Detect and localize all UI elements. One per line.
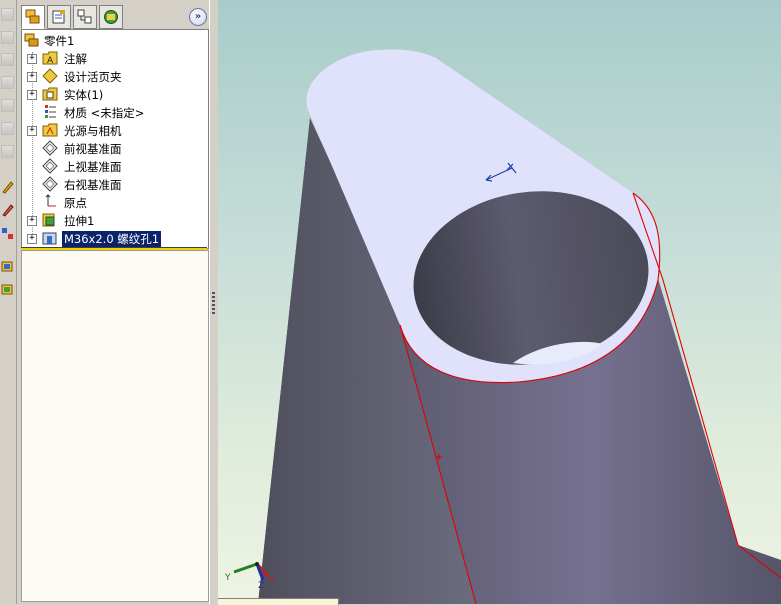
tree-item-extrude1[interactable]: + 拉伸1 bbox=[22, 211, 208, 229]
tree-item-design-binder[interactable]: + 设计活页夹 bbox=[22, 67, 208, 85]
tree-item-label: 实体(1) bbox=[64, 88, 104, 102]
tree-item-label: 材质 <未指定> bbox=[64, 106, 145, 120]
relations-icon[interactable] bbox=[1, 226, 14, 240]
tree-item-top-plane[interactable]: 上视基准面 bbox=[22, 157, 208, 175]
model-view[interactable]: Y X Z bbox=[218, 0, 781, 604]
feature-tree: 零件1 + A 注解 + 设计活页夹 + 实体(1) 材质 <未指定> + 光源… bbox=[21, 29, 209, 249]
view-icon[interactable] bbox=[1, 53, 14, 66]
solid-bodies-icon bbox=[42, 87, 58, 101]
cut-icon[interactable] bbox=[1, 282, 14, 296]
plane-icon bbox=[42, 158, 58, 174]
svg-text:A: A bbox=[47, 56, 54, 66]
featuremanager-panel: » 零件1 + A 注解 + 设计活页夹 + 实体(1) 材质 <未指定> + … bbox=[19, 0, 209, 604]
view-icon[interactable] bbox=[1, 31, 14, 44]
tree-item-label: 右视基准面 bbox=[64, 178, 122, 192]
dimxpert-tab[interactable] bbox=[99, 5, 123, 29]
splitter-grip[interactable] bbox=[212, 292, 215, 316]
tree-item-label: 拉伸1 bbox=[64, 214, 95, 228]
triad-z-label: Z bbox=[258, 581, 264, 591]
view-icon[interactable] bbox=[1, 76, 14, 89]
property-manager-icon bbox=[52, 10, 65, 24]
configuration-manager-icon bbox=[77, 9, 92, 24]
tree-item-label: 原点 bbox=[64, 196, 87, 210]
tree-item-solid-bodies[interactable]: + 实体(1) bbox=[22, 85, 208, 103]
configurationmanager-tab[interactable] bbox=[73, 5, 97, 29]
expand-icon[interactable]: + bbox=[27, 234, 37, 244]
view-icon[interactable] bbox=[1, 145, 14, 158]
tree-item-hole-wizard[interactable]: + M36x2.0 螺纹孔1 bbox=[22, 229, 208, 247]
sketch-pencil-icon[interactable] bbox=[1, 180, 14, 194]
view-icon[interactable] bbox=[1, 99, 14, 112]
origin-icon bbox=[45, 194, 56, 207]
propertymanager-tab[interactable] bbox=[47, 5, 71, 29]
dimxpert-icon bbox=[104, 10, 118, 24]
command-toolbar bbox=[0, 0, 17, 604]
expand-panel-button[interactable]: » bbox=[189, 8, 207, 26]
hole-wizard-icon bbox=[42, 232, 57, 245]
tree-item-material[interactable]: 材质 <未指定> bbox=[22, 103, 208, 121]
featuremanager-tab[interactable] bbox=[21, 5, 45, 29]
tree-item-label: 设计活页夹 bbox=[64, 70, 122, 84]
graphics-area[interactable]: Y X Z bbox=[218, 0, 781, 604]
plane-icon bbox=[42, 140, 58, 156]
tree-item-label-selected: M36x2.0 螺纹孔1 bbox=[62, 231, 162, 247]
triad-y-label: Y bbox=[224, 573, 231, 583]
tree-item-right-plane[interactable]: 右视基准面 bbox=[22, 175, 208, 193]
view-icon[interactable] bbox=[1, 122, 14, 135]
tree-item-label: 前视基准面 bbox=[64, 142, 122, 156]
expand-icon[interactable]: + bbox=[27, 90, 37, 100]
tree-root-label: 零件1 bbox=[44, 34, 75, 48]
extrude-icon bbox=[42, 213, 55, 227]
tree-item-label: 注解 bbox=[64, 52, 87, 66]
annotations-icon: A bbox=[42, 51, 58, 66]
tree-item-lights-cameras[interactable]: + 光源与相机 bbox=[22, 121, 208, 139]
tree-item-front-plane[interactable]: 前视基准面 bbox=[22, 139, 208, 157]
featuremanager-tree-icon bbox=[25, 9, 40, 24]
expand-icon[interactable]: + bbox=[27, 126, 37, 136]
expand-icon[interactable]: + bbox=[27, 216, 37, 226]
triad-x-label: X bbox=[268, 575, 274, 585]
part-icon bbox=[24, 33, 39, 47]
expand-icon[interactable]: + bbox=[27, 72, 37, 82]
panel-tab-bar: » bbox=[19, 2, 209, 29]
plane-icon bbox=[42, 176, 58, 192]
extrude-icon[interactable] bbox=[1, 259, 14, 273]
expand-icon[interactable]: + bbox=[27, 54, 37, 64]
tree-item-origin[interactable]: 原点 bbox=[22, 193, 208, 211]
tree-root-part[interactable]: 零件1 bbox=[22, 31, 208, 49]
design-binder-icon bbox=[42, 68, 58, 84]
smart-dimension-icon[interactable] bbox=[1, 203, 14, 217]
material-icon bbox=[45, 105, 56, 118]
lights-cameras-icon bbox=[42, 123, 58, 137]
tree-item-label: 光源与相机 bbox=[64, 124, 122, 138]
feature-tree-empty-area bbox=[21, 250, 209, 602]
tree-item-annotations[interactable]: + A 注解 bbox=[22, 49, 208, 67]
view-icon[interactable] bbox=[1, 8, 14, 21]
tree-item-label: 上视基准面 bbox=[64, 160, 122, 174]
